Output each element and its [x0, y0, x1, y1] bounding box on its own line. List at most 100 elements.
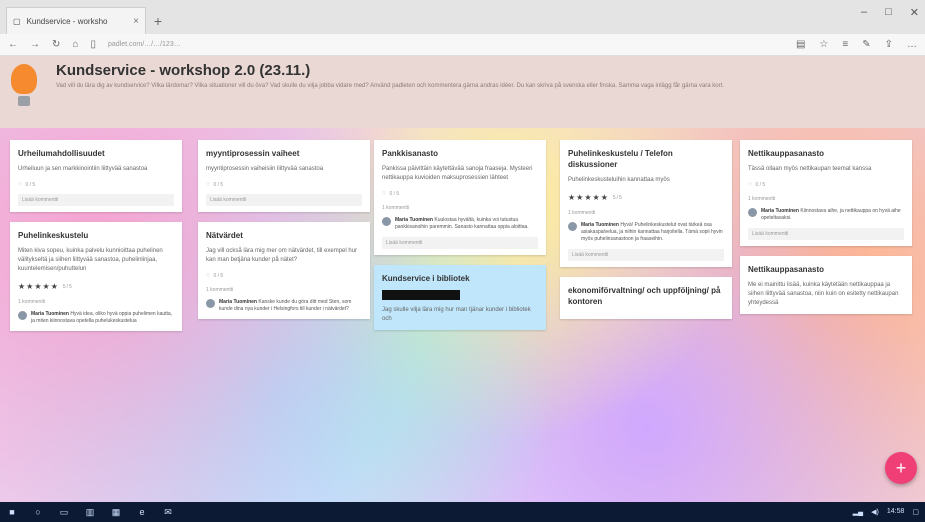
mail-icon[interactable]: ✉	[162, 506, 174, 518]
padlet-header: Kundservice - workshop 2.0 (23.11.) Vad …	[0, 56, 925, 128]
comment-author: Maria Tuominen	[581, 222, 619, 228]
tab-strip: ▢ Kundservice - worksho × + – □ ✕	[0, 0, 925, 34]
comments-label: 1 kommentti	[568, 210, 596, 216]
notification-icon[interactable]: ▢	[912, 508, 919, 516]
comment: Maria Tuominen Kuulostaa hyvältä, kuinka…	[382, 217, 538, 231]
volume-icon[interactable]: ◀)	[871, 508, 879, 516]
board-column: Urheilumahdollisuudet Urheiluun ja sen ma…	[10, 140, 182, 331]
redacted-block	[382, 290, 460, 300]
clock[interactable]: 14:58	[887, 508, 905, 516]
note-icon[interactable]: ✎	[862, 39, 870, 50]
post-title: Nätvärdet	[206, 231, 243, 240]
post-card[interactable]: Urheilumahdollisuudet Urheiluun ja sen ma…	[10, 140, 182, 212]
rating-stars[interactable]: ★★★★★	[568, 193, 609, 202]
search-icon[interactable]: ○	[32, 506, 44, 518]
comments-label: 1 kommentti	[748, 196, 776, 202]
url-field[interactable]: padlet.com/…/…/123…	[108, 41, 181, 48]
reaction-meta[interactable]: ♡ 0 / 5	[18, 182, 174, 188]
avatar	[18, 311, 27, 320]
post-card[interactable]: Pankkisanasto Pankissa päivittäin käytett…	[374, 140, 546, 255]
post-title: Puhelinkeskustelu / Telefon diskussioner	[568, 149, 673, 169]
padlet-title: Kundservice - workshop 2.0 (23.11.)	[56, 62, 311, 79]
post-card[interactable]: Nätvärdet Jag vill också lära mig mer om …	[198, 222, 370, 319]
post-body: Jag skulle vilja lära mig hur man tjänar…	[382, 307, 531, 322]
comment-author: Maria Tuominen	[761, 208, 799, 214]
add-comment-input[interactable]: Lisää kommentti	[382, 237, 538, 249]
heart-icon[interactable]: ♡	[18, 182, 22, 188]
tab-title: Kundservice - worksho	[26, 16, 108, 26]
reaction-count: 0 / 5	[213, 182, 224, 188]
board-column: Puhelinkeskustelu / Telefon diskussioner…	[560, 140, 732, 319]
post-title: Pankkisanasto	[382, 149, 439, 158]
heart-icon[interactable]: ♡	[206, 182, 210, 188]
edge-icon[interactable]: e	[136, 506, 148, 518]
avatar	[382, 217, 391, 226]
rating-stars[interactable]: ★★★★★	[18, 282, 59, 291]
post-card[interactable]: Puhelinkeskustelu Miten kiva sopeu, kuink…	[10, 222, 182, 331]
add-post-button[interactable]: +	[885, 452, 917, 484]
forward-icon[interactable]: →	[30, 39, 40, 50]
comments-label: 1 kommentti	[206, 287, 234, 293]
reaction-meta[interactable]: ♡ 0 / 5	[382, 191, 538, 197]
heart-icon[interactable]: ♡	[382, 191, 386, 197]
reading-view-icon[interactable]: ▤	[796, 39, 805, 50]
post-card[interactable]: Puhelinkeskustelu / Telefon diskussioner…	[560, 140, 732, 267]
post-title: Urheilumahdollisuudet	[18, 149, 105, 158]
post-body: myyntiprosessin vaiheisiin liittyvää san…	[206, 166, 324, 172]
heart-icon[interactable]: ♡	[748, 182, 752, 188]
lock-icon: ▯	[90, 39, 96, 50]
rating[interactable]: ★★★★★ 5/5	[568, 193, 724, 202]
board-column: myyntiprosessin vaiheet myyntiprosessin v…	[198, 140, 370, 319]
heart-icon[interactable]: ♡	[206, 273, 210, 279]
post-body: Puhelinkeskusteluihin kannattaa myös	[568, 177, 670, 183]
comment: Maria Tuominen Hyvä! Puhelinkeskustelut …	[568, 222, 724, 243]
close-window-button[interactable]: ✕	[910, 6, 919, 19]
post-body: Urheiluun ja sen markkinointiin liittyvä…	[18, 166, 148, 172]
reaction-meta[interactable]: ♡ 0 / 5	[206, 182, 362, 188]
taskbar: ■ ○ ▭ ▥ ▦ e ✉ ▂▄ ◀) 14:58 ▢	[0, 502, 925, 522]
comment: Maria Tuominen Hyvä idea, oliko hyvä opp…	[18, 311, 174, 325]
maximize-button[interactable]: □	[885, 6, 892, 19]
refresh-icon[interactable]: ↻	[52, 39, 60, 50]
minimize-button[interactable]: –	[861, 6, 867, 19]
tab-kundservice[interactable]: ▢ Kundservice - worksho ×	[6, 7, 146, 34]
post-card[interactable]: ekonomiförvaltning/ och uppföljning/ på …	[560, 277, 732, 319]
share-icon[interactable]: ⇪	[885, 39, 893, 50]
reaction-meta[interactable]: ♡ 0 / 5	[206, 273, 362, 279]
address-bar: ← → ↻ ⌂ ▯ padlet.com/…/…/123… ▤ ☆ ≡ ✎ ⇪ …	[0, 34, 925, 56]
comments-label: 1 kommentti	[18, 299, 46, 305]
network-icon[interactable]: ▂▄	[853, 508, 863, 516]
add-comment-input[interactable]: Lisää kommentti	[18, 194, 174, 206]
post-body: Jag vill också lära mig mer om nätvärdet…	[206, 248, 358, 263]
system-tray: ▂▄ ◀) 14:58 ▢	[853, 508, 919, 516]
reaction-count: 0 / 5	[213, 273, 224, 279]
comment-author: Maria Tuominen	[395, 217, 433, 223]
post-card[interactable]: myyntiprosessin vaiheet myyntiprosessin v…	[198, 140, 370, 212]
back-icon[interactable]: ←	[8, 39, 18, 50]
rating[interactable]: ★★★★★ 5/5	[18, 282, 174, 291]
hub-icon[interactable]: ≡	[842, 39, 848, 50]
post-card[interactable]: Kundservice i bibliotek Jag skulle vilja …	[374, 265, 546, 330]
task-view-icon[interactable]: ▭	[58, 506, 70, 518]
home-icon[interactable]: ⌂	[72, 39, 78, 50]
new-tab-button[interactable]: +	[146, 7, 170, 34]
favorite-icon[interactable]: ☆	[819, 39, 828, 50]
rating-count: 5/5	[62, 283, 73, 290]
post-card[interactable]: Nettikauppasanasto Me ei mainittu lisää, …	[740, 256, 912, 314]
add-comment-input[interactable]: Lisää kommentti	[568, 249, 724, 261]
explorer-icon[interactable]: ▥	[84, 506, 96, 518]
add-comment-input[interactable]: Lisää kommentti	[748, 228, 904, 240]
post-title: ekonomiförvaltning/ och uppföljning/ på …	[568, 286, 721, 306]
store-icon[interactable]: ▦	[110, 506, 122, 518]
windows-start-icon[interactable]: ■	[6, 506, 18, 518]
reaction-count: 0 / 5	[389, 191, 400, 197]
board-column: Pankkisanasto Pankissa päivittäin käytett…	[374, 140, 546, 330]
reaction-meta[interactable]: ♡ 0 / 5	[748, 182, 904, 188]
window-controls: – □ ✕	[861, 6, 919, 19]
post-card[interactable]: Nettikauppasanasto Tässä ollaan myös nett…	[740, 140, 912, 246]
more-icon[interactable]: …	[907, 39, 917, 50]
close-tab-icon[interactable]: ×	[133, 16, 139, 27]
post-title: myyntiprosessin vaiheet	[206, 149, 300, 158]
add-comment-input[interactable]: Lisää kommentti	[206, 194, 362, 206]
board-column: Nettikauppasanasto Tässä ollaan myös nett…	[740, 140, 912, 314]
